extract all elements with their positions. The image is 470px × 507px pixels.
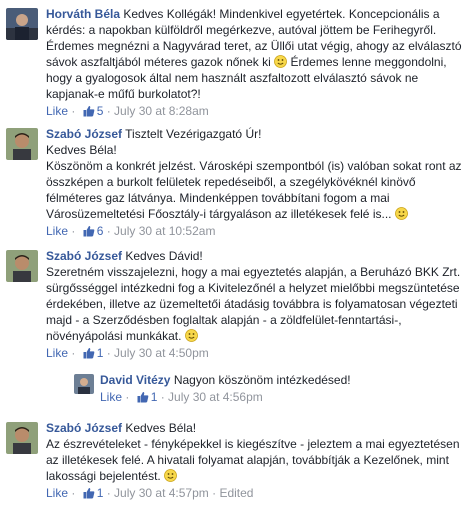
- comment-meta: Like · 6 · July 30 at 10:52am: [46, 223, 466, 239]
- separator: ·: [157, 390, 169, 404]
- comment-text: az illetékesek felé. A hivatali folyamat…: [46, 453, 449, 467]
- timestamp[interactable]: July 30 at 4:56pm: [168, 390, 263, 404]
- like-link[interactable]: Like: [46, 346, 68, 360]
- separator: ·: [68, 224, 79, 238]
- comment-text: Nagyon köszönöm intézkedésed!: [173, 373, 351, 387]
- comment-text: Tisztelt Vezérigazgató Úr!: [125, 127, 262, 141]
- separator: ·: [122, 390, 133, 404]
- comment-meta: Like · 1 · July 30 at 4:57pm · Edited: [46, 485, 466, 501]
- comment-author[interactable]: Szabó József: [46, 127, 122, 141]
- comment-text: Az észrevételeket - fényképekkel is kieg…: [46, 437, 460, 451]
- timestamp[interactable]: July 30 at 10:52am: [114, 224, 215, 238]
- like-link[interactable]: Like: [46, 486, 68, 500]
- comment-meta: Like · 1 · July 30 at 4:56pm: [100, 389, 470, 405]
- smiley-emoji-icon: [184, 329, 198, 342]
- timestamp[interactable]: July 30 at 4:50pm: [114, 346, 209, 360]
- comment-text: Kedves Dávid!: [125, 249, 203, 263]
- comment-text: összképen a burkolt felületek repedéseib…: [46, 175, 416, 189]
- separator: ·: [103, 346, 115, 360]
- like-link[interactable]: Like: [46, 224, 68, 238]
- avatar[interactable]: [6, 128, 38, 160]
- avatar-image: [6, 8, 38, 40]
- edited-label[interactable]: Edited: [219, 486, 253, 500]
- like-link[interactable]: Like: [100, 390, 122, 404]
- comment-text: sávok aszfaltjából méteres gazok nőnek k…: [46, 55, 271, 69]
- avatar-image: [6, 422, 38, 454]
- thumbs-up-icon: [83, 225, 95, 237]
- separator: ·: [68, 346, 79, 360]
- comment-author[interactable]: Horváth Béla: [46, 7, 120, 21]
- comment-text: Kedves Béla!: [46, 143, 117, 157]
- avatar[interactable]: [74, 374, 94, 394]
- thumbs-up-icon: [83, 347, 95, 359]
- separator: ·: [68, 486, 79, 500]
- separator: ·: [208, 486, 220, 500]
- comment-text: hogy a gyalogosok által nem használt asz…: [46, 71, 419, 85]
- avatar[interactable]: [6, 250, 38, 282]
- like-link[interactable]: Like: [46, 104, 68, 118]
- comment-text: félméteres gaz látványa. Mindenképpen to…: [46, 191, 390, 205]
- comment-text: Városüzemeltetési Főosztály-i tárgyaláso…: [46, 207, 392, 221]
- comment-author[interactable]: Szabó József: [46, 421, 122, 435]
- comment-text: érdekében, illetve az üzemeltetői átadás…: [46, 297, 458, 311]
- comment-meta: Like · 5 · July 30 at 8:28am: [46, 103, 466, 119]
- avatar-image: [6, 128, 38, 160]
- separator: ·: [103, 104, 115, 118]
- comment-text: Köszönöm a konkrét jelzést. Városképi sz…: [46, 159, 462, 173]
- comment-meta: Like · 1 · July 30 at 4:50pm: [46, 345, 466, 361]
- comment-text: lakossági bejelentést.: [46, 469, 161, 483]
- comment-text: Érdemes megnézni a Nagyvárad teret, az Ü…: [46, 39, 462, 53]
- comment-text: Kedves Kollégák! Mindenkivel egyetértek.…: [123, 7, 440, 21]
- comment-text: kapjanak-e műfű burkolatot?!: [46, 87, 201, 101]
- avatar-image: [74, 374, 94, 394]
- comment-text: növényápolási munkákat.: [46, 329, 182, 343]
- avatar[interactable]: [6, 422, 38, 454]
- comment-text: sürgősséggel intézkedni fog a Kivitelező…: [46, 281, 460, 295]
- thumbs-up-icon: [83, 487, 95, 499]
- smiley-emoji-icon: [394, 207, 408, 220]
- separator: ·: [103, 486, 115, 500]
- comment-text: kérdés: a napokban külföldről megérkezve…: [46, 23, 437, 37]
- comment-text: Szeretném visszajelezni, hogy a mai egye…: [46, 265, 461, 279]
- thumbs-up-icon: [137, 391, 149, 403]
- comment-text: Érdemes lenne meggondolni,: [290, 55, 447, 69]
- avatar[interactable]: [6, 8, 38, 40]
- comment-author[interactable]: David Vitézy: [100, 373, 170, 387]
- comment-text: majd - a Szerződésben foglaltak alapján …: [46, 313, 402, 327]
- thumbs-up-icon: [83, 105, 95, 117]
- separator: ·: [68, 104, 79, 118]
- timestamp[interactable]: July 30 at 8:28am: [114, 104, 209, 118]
- smiley-emoji-icon: [274, 55, 288, 68]
- smiley-emoji-icon: [164, 469, 177, 482]
- separator: ·: [103, 224, 115, 238]
- comment-author[interactable]: Szabó József: [46, 249, 122, 263]
- timestamp[interactable]: July 30 at 4:57pm: [114, 486, 209, 500]
- comment-text: Kedves Béla!: [125, 421, 197, 435]
- avatar-image: [6, 250, 38, 282]
